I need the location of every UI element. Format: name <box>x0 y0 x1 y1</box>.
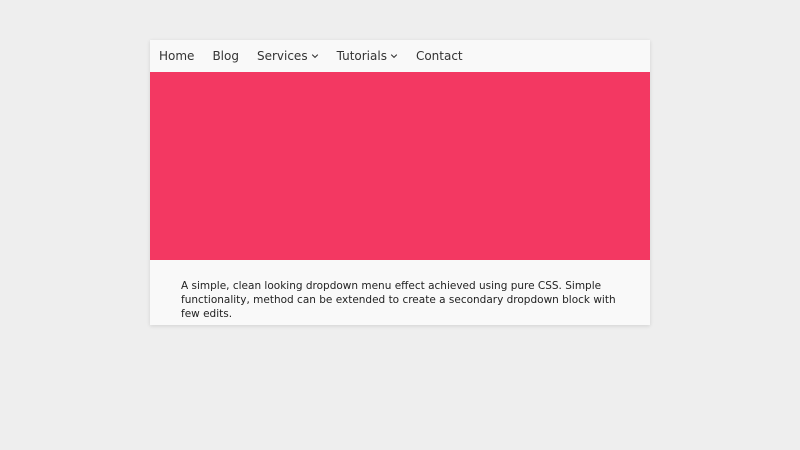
nav-bar: Home Blog Services Tutorials Contact <box>150 40 650 72</box>
hero-banner <box>150 72 650 260</box>
nav-item-tutorials-label: Tutorials <box>336 49 387 63</box>
nav-item-contact[interactable]: Contact <box>416 49 463 63</box>
chevron-down-icon <box>311 52 319 60</box>
nav-item-services-label: Services <box>256 49 308 63</box>
demo-card: Home Blog Services Tutorials Contact A s… <box>150 40 650 325</box>
nav-item-home[interactable]: Home <box>159 49 194 63</box>
nav-item-contact-label: Contact <box>415 49 463 63</box>
description-text: A simple, clean looking dropdown menu ef… <box>181 280 616 320</box>
nav-item-services[interactable]: Services <box>257 49 319 63</box>
nav-item-tutorials[interactable]: Tutorials <box>337 49 398 63</box>
nav-item-blog[interactable]: Blog <box>212 49 239 63</box>
chevron-down-icon <box>390 52 398 60</box>
nav-item-home-label: Home <box>159 49 195 63</box>
nav-item-blog-label: Blog <box>212 49 239 63</box>
